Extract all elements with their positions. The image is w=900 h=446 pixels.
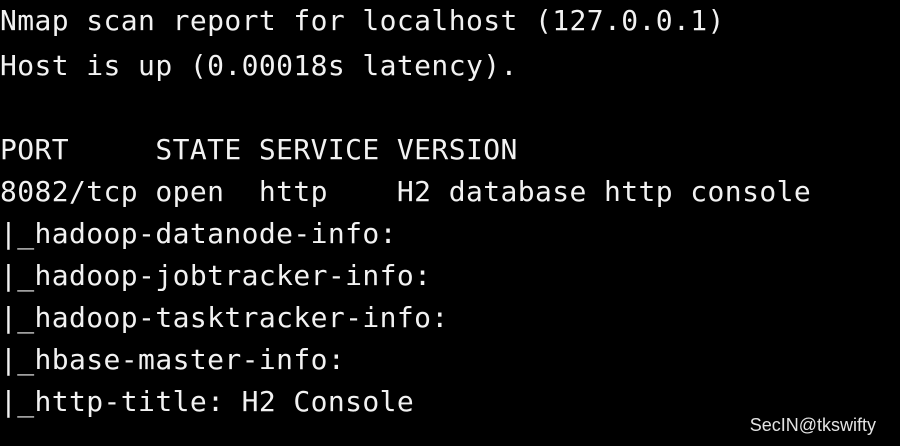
script-result-line: |_hadoop-tasktracker-info: [0,301,449,334]
port-table-header: PORT STATE SERVICE VERSION [0,133,518,166]
script-result-line: |_hadoop-datanode-info: [0,217,397,250]
terminal-window: Nmap scan report for localhost (127.0.0.… [0,0,900,446]
scan-report-line: Nmap scan report for localhost (127.0.0.… [0,4,725,37]
watermark: SecIN@tkswifty [749,415,876,435]
host-status-line: Host is up (0.00018s latency). [0,49,518,82]
port-row: 8082/tcp open http H2 database http cons… [0,175,812,208]
script-result-line: |_hadoop-jobtracker-info: [0,259,432,292]
script-result-line: |_http-title: H2 Console [0,385,415,418]
script-result-line: |_hbase-master-info: [0,343,346,376]
